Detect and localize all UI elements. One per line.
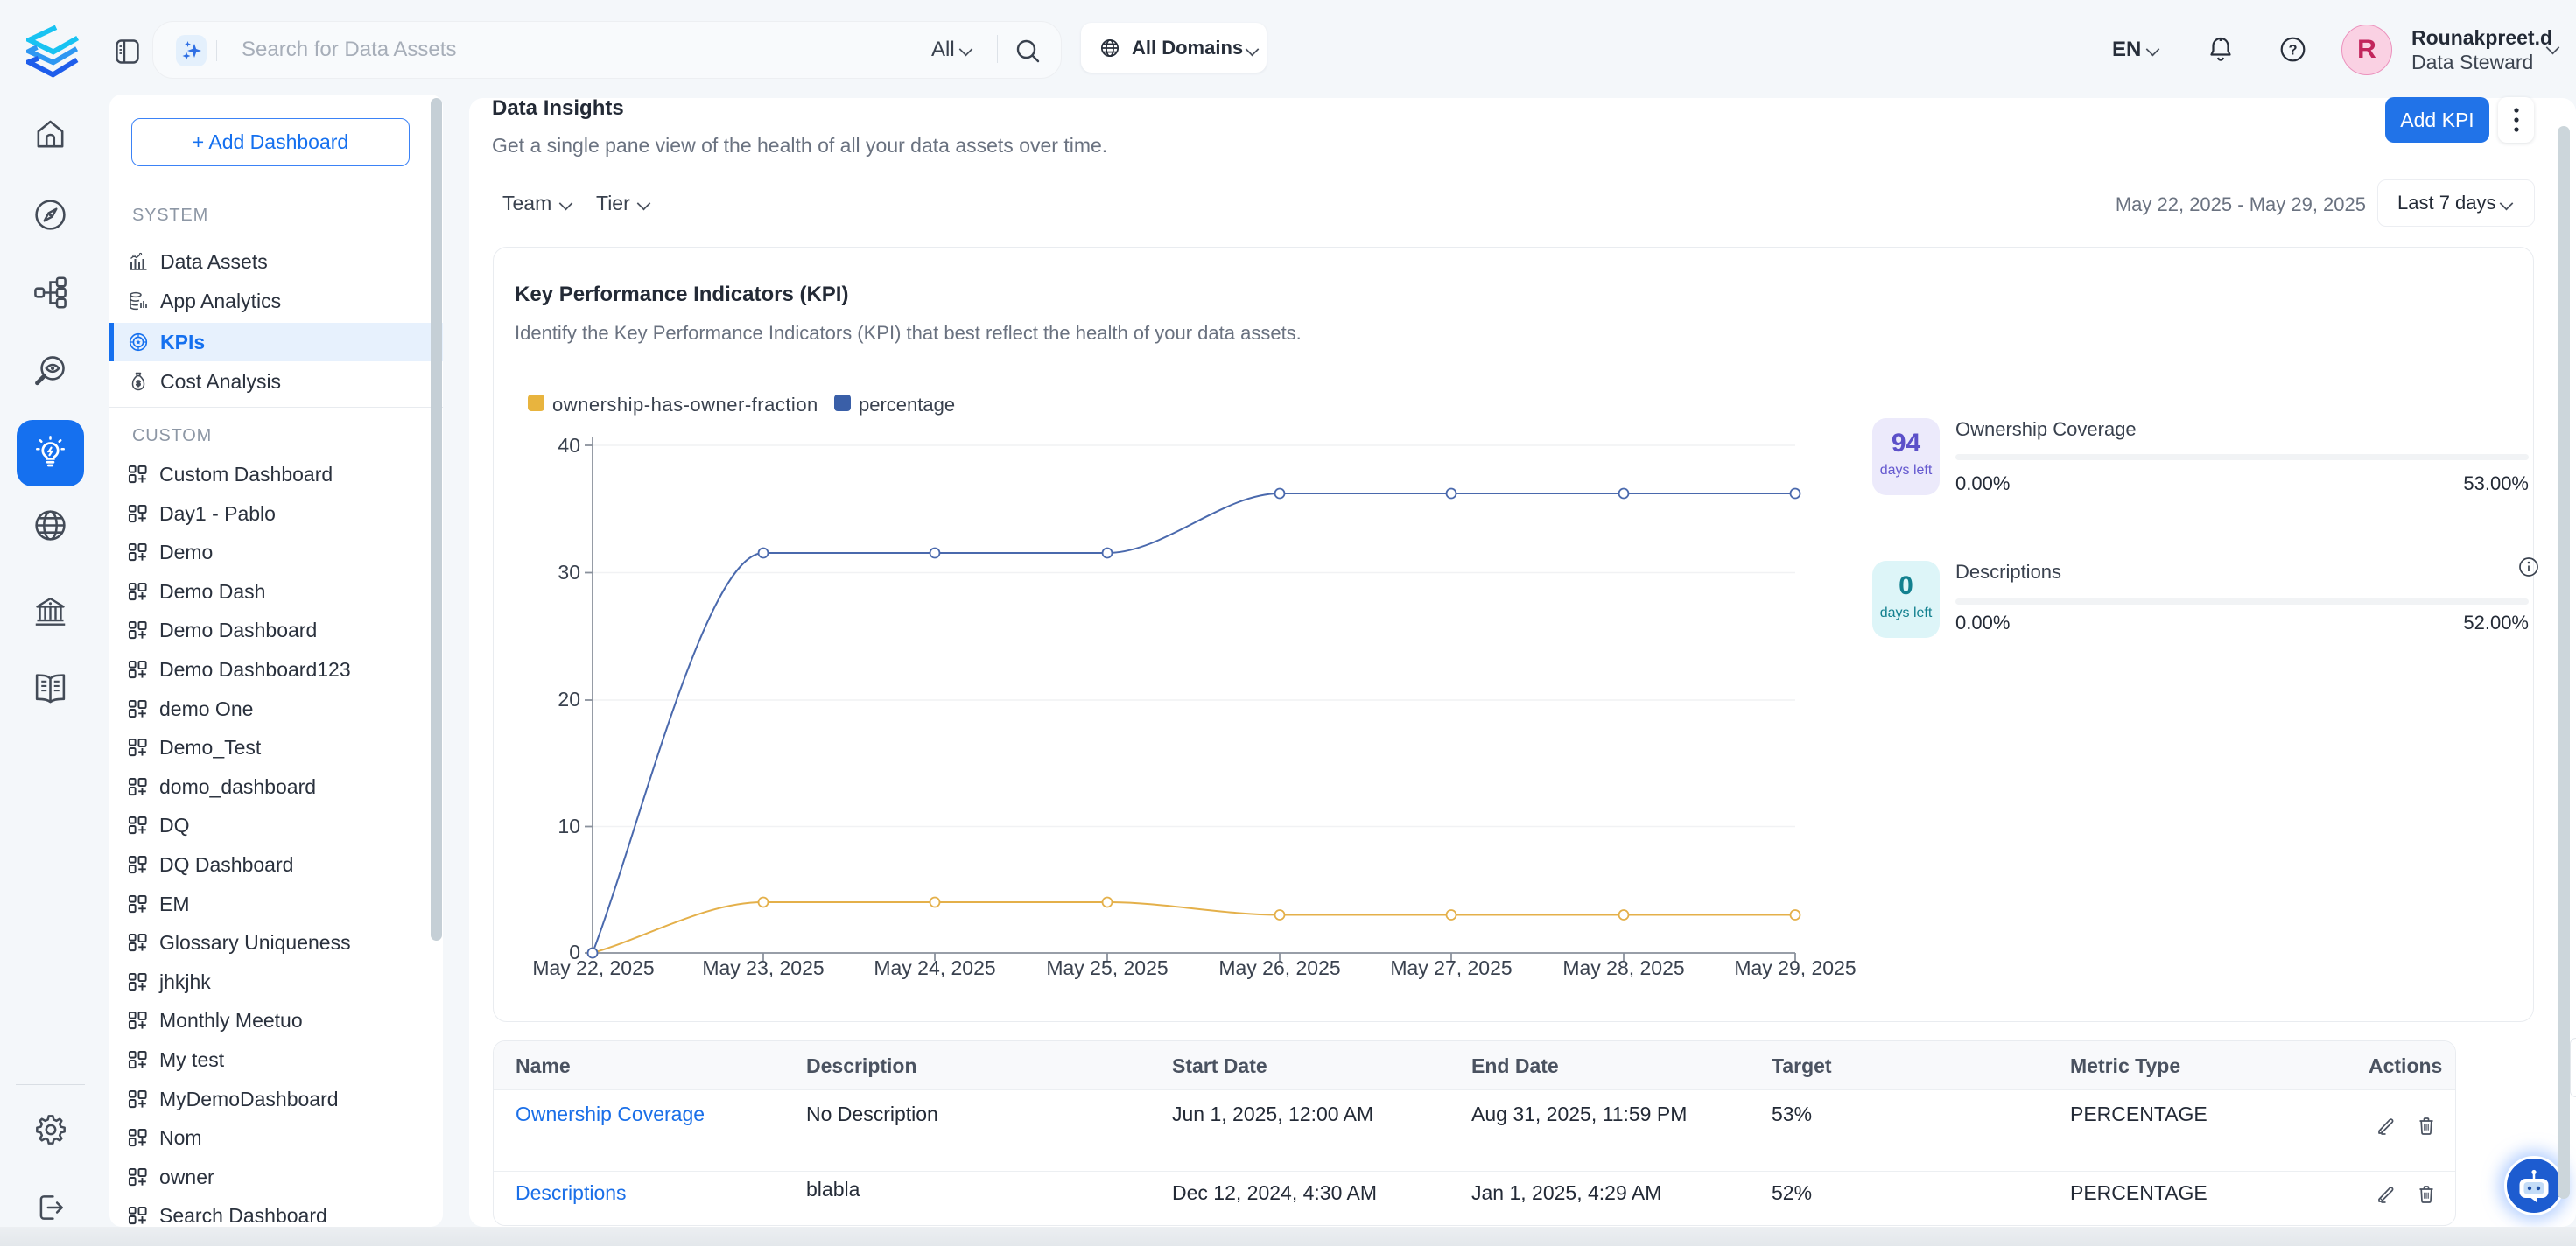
svg-text:May 29, 2025: May 29, 2025: [1734, 956, 1856, 979]
svg-text:10: 10: [558, 815, 580, 837]
svg-text:May 24, 2025: May 24, 2025: [874, 956, 995, 979]
svg-text:May 23, 2025: May 23, 2025: [702, 956, 824, 979]
svg-text:May 25, 2025: May 25, 2025: [1046, 956, 1168, 979]
svg-text:May 27, 2025: May 27, 2025: [1390, 956, 1512, 979]
svg-text:May 22, 2025: May 22, 2025: [532, 956, 654, 979]
svg-text:40: 40: [558, 434, 580, 457]
svg-text:May 28, 2025: May 28, 2025: [1562, 956, 1684, 979]
svg-text:$: $: [137, 379, 141, 388]
svg-text:20: 20: [558, 688, 580, 710]
svg-text:?: ?: [2288, 43, 2297, 59]
svg-text:May 26, 2025: May 26, 2025: [1218, 956, 1340, 979]
svg-text:30: 30: [558, 561, 580, 584]
